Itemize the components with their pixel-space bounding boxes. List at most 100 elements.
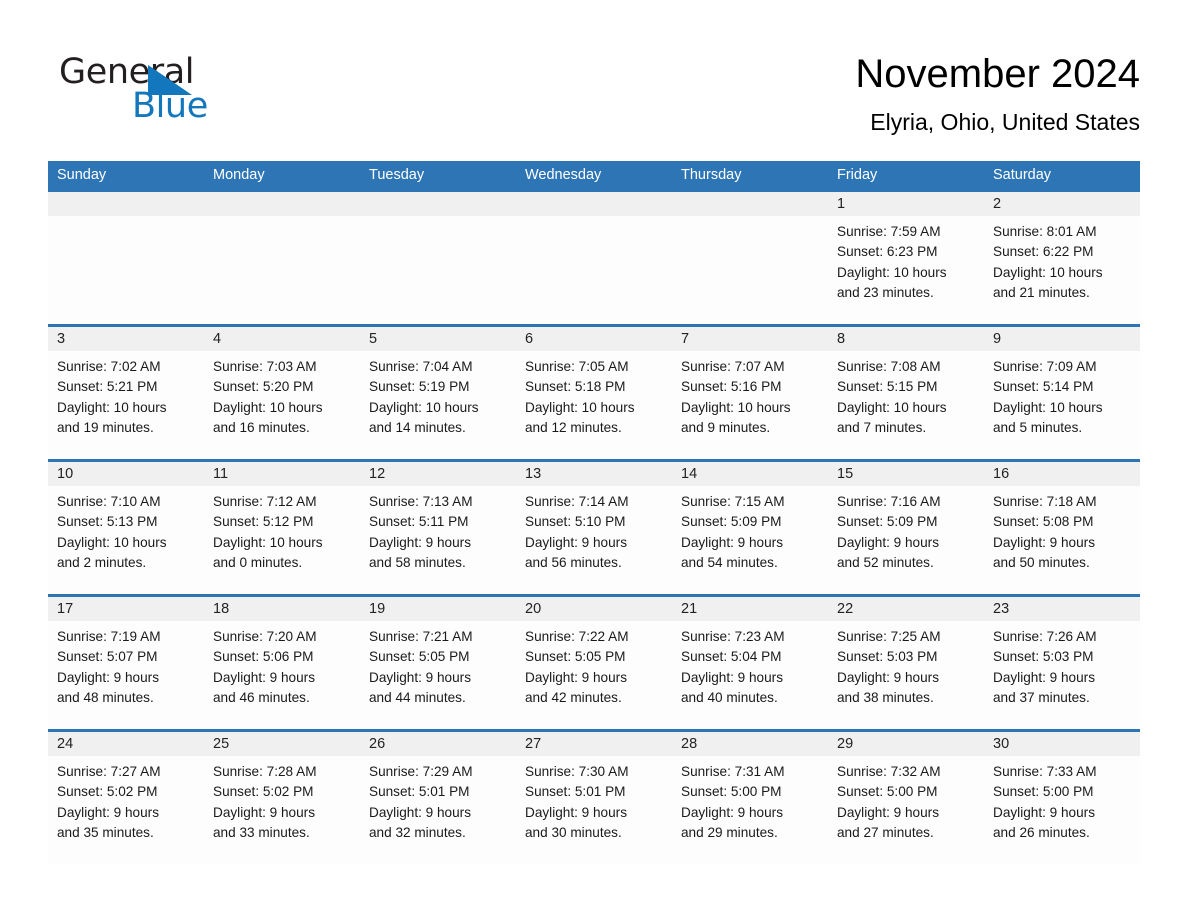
day-cell[interactable]: 1 Sunrise: 7:59 AM Sunset: 6:23 PM Dayli… bbox=[828, 192, 984, 324]
day-cell[interactable] bbox=[204, 192, 360, 324]
sunset-text: Sunset: 5:00 PM bbox=[993, 784, 1094, 800]
daylight-text-line1: Daylight: 9 hours bbox=[369, 669, 472, 685]
daylight-text-line1: Daylight: 9 hours bbox=[993, 534, 1096, 550]
day-number: 10 bbox=[48, 462, 204, 486]
day-cell[interactable]: 28 Sunrise: 7:31 AM Sunset: 5:00 PM Dayl… bbox=[672, 732, 828, 864]
day-cell[interactable]: 11 Sunrise: 7:12 AM Sunset: 5:12 PM Dayl… bbox=[204, 462, 360, 594]
sunrise-text: Sunrise: 7:12 AM bbox=[213, 494, 317, 509]
sunset-text: Sunset: 5:01 PM bbox=[369, 784, 470, 800]
day-info: Sunrise: 7:19 AM Sunset: 5:07 PM Dayligh… bbox=[48, 621, 204, 708]
day-info: Sunrise: 7:07 AM Sunset: 5:16 PM Dayligh… bbox=[672, 351, 828, 438]
day-info: Sunrise: 7:04 AM Sunset: 5:19 PM Dayligh… bbox=[360, 351, 516, 438]
day-number: 26 bbox=[360, 732, 516, 756]
day-number: 3 bbox=[48, 327, 204, 351]
daylight-text-line1: Daylight: 10 hours bbox=[213, 534, 323, 550]
day-cell[interactable]: 14 Sunrise: 7:15 AM Sunset: 5:09 PM Dayl… bbox=[672, 462, 828, 594]
day-number: 5 bbox=[360, 327, 516, 351]
day-cell[interactable]: 27 Sunrise: 7:30 AM Sunset: 5:01 PM Dayl… bbox=[516, 732, 672, 864]
sunset-text: Sunset: 5:03 PM bbox=[837, 649, 938, 665]
day-cell[interactable]: 29 Sunrise: 7:32 AM Sunset: 5:00 PM Dayl… bbox=[828, 732, 984, 864]
daylight-text-line1: Daylight: 10 hours bbox=[837, 264, 947, 280]
sunrise-text: Sunrise: 7:23 AM bbox=[681, 629, 785, 644]
day-cell[interactable]: 10 Sunrise: 7:10 AM Sunset: 5:13 PM Dayl… bbox=[48, 462, 204, 594]
day-cell[interactable]: 24 Sunrise: 7:27 AM Sunset: 5:02 PM Dayl… bbox=[48, 732, 204, 864]
weekday-header-row: Sunday Monday Tuesday Wednesday Thursday… bbox=[48, 161, 1140, 189]
day-info: Sunrise: 8:01 AM Sunset: 6:22 PM Dayligh… bbox=[984, 216, 1140, 303]
sunrise-text: Sunrise: 7:15 AM bbox=[681, 494, 785, 509]
sunset-text: Sunset: 5:07 PM bbox=[57, 649, 158, 665]
daylight-text-line1: Daylight: 10 hours bbox=[57, 534, 167, 550]
daylight-text-line2: and 23 minutes. bbox=[837, 284, 934, 300]
weekday-header-sunday: Sunday bbox=[57, 167, 107, 183]
day-number: 16 bbox=[984, 462, 1140, 486]
day-cell[interactable]: 21 Sunrise: 7:23 AM Sunset: 5:04 PM Dayl… bbox=[672, 597, 828, 729]
sunset-text: Sunset: 5:12 PM bbox=[213, 514, 314, 530]
sunset-text: Sunset: 5:20 PM bbox=[213, 379, 314, 395]
day-cell[interactable]: 5 Sunrise: 7:04 AM Sunset: 5:19 PM Dayli… bbox=[360, 327, 516, 459]
daylight-text-line2: and 33 minutes. bbox=[213, 824, 310, 840]
weekday-header-thursday: Thursday bbox=[681, 167, 742, 183]
day-number: 4 bbox=[204, 327, 360, 351]
daylight-text-line1: Daylight: 10 hours bbox=[57, 399, 167, 415]
day-cell[interactable]: 18 Sunrise: 7:20 AM Sunset: 5:06 PM Dayl… bbox=[204, 597, 360, 729]
general-blue-logo: General Blue bbox=[48, 48, 228, 124]
daylight-text-line1: Daylight: 9 hours bbox=[525, 669, 628, 685]
title-block: November 2024 Elyria, Ohio, United State… bbox=[855, 48, 1140, 136]
day-cell[interactable]: 22 Sunrise: 7:25 AM Sunset: 5:03 PM Dayl… bbox=[828, 597, 984, 729]
sunset-text: Sunset: 5:10 PM bbox=[525, 514, 626, 530]
day-cell[interactable]: 4 Sunrise: 7:03 AM Sunset: 5:20 PM Dayli… bbox=[204, 327, 360, 459]
day-cell[interactable]: 12 Sunrise: 7:13 AM Sunset: 5:11 PM Dayl… bbox=[360, 462, 516, 594]
daylight-text-line2: and 50 minutes. bbox=[993, 554, 1090, 570]
day-cell[interactable]: 26 Sunrise: 7:29 AM Sunset: 5:01 PM Dayl… bbox=[360, 732, 516, 864]
day-cell[interactable]: 17 Sunrise: 7:19 AM Sunset: 5:07 PM Dayl… bbox=[48, 597, 204, 729]
daylight-text-line2: and 29 minutes. bbox=[681, 824, 778, 840]
day-number: 15 bbox=[828, 462, 984, 486]
day-cell[interactable]: 16 Sunrise: 7:18 AM Sunset: 5:08 PM Dayl… bbox=[984, 462, 1140, 594]
day-cell[interactable]: 23 Sunrise: 7:26 AM Sunset: 5:03 PM Dayl… bbox=[984, 597, 1140, 729]
day-cell[interactable]: 13 Sunrise: 7:14 AM Sunset: 5:10 PM Dayl… bbox=[516, 462, 672, 594]
day-cell[interactable]: 7 Sunrise: 7:07 AM Sunset: 5:16 PM Dayli… bbox=[672, 327, 828, 459]
sunrise-text: Sunrise: 7:28 AM bbox=[213, 764, 317, 779]
daylight-text-line2: and 46 minutes. bbox=[213, 689, 310, 705]
day-cell[interactable]: 8 Sunrise: 7:08 AM Sunset: 5:15 PM Dayli… bbox=[828, 327, 984, 459]
day-number: 2 bbox=[984, 192, 1140, 216]
sunrise-text: Sunrise: 7:07 AM bbox=[681, 359, 785, 374]
day-cell[interactable]: 2 Sunrise: 8:01 AM Sunset: 6:22 PM Dayli… bbox=[984, 192, 1140, 324]
day-cell[interactable]: 3 Sunrise: 7:02 AM Sunset: 5:21 PM Dayli… bbox=[48, 327, 204, 459]
day-cell[interactable] bbox=[48, 192, 204, 324]
day-cell[interactable]: 6 Sunrise: 7:05 AM Sunset: 5:18 PM Dayli… bbox=[516, 327, 672, 459]
day-cell[interactable]: 9 Sunrise: 7:09 AM Sunset: 5:14 PM Dayli… bbox=[984, 327, 1140, 459]
sunrise-text: Sunrise: 7:25 AM bbox=[837, 629, 941, 644]
sunset-text: Sunset: 5:02 PM bbox=[213, 784, 314, 800]
daylight-text-line1: Daylight: 10 hours bbox=[681, 399, 791, 415]
daylight-text-line1: Daylight: 9 hours bbox=[837, 804, 940, 820]
day-cell[interactable] bbox=[360, 192, 516, 324]
day-cell[interactable]: 15 Sunrise: 7:16 AM Sunset: 5:09 PM Dayl… bbox=[828, 462, 984, 594]
daylight-text-line2: and 26 minutes. bbox=[993, 824, 1090, 840]
day-cell[interactable]: 25 Sunrise: 7:28 AM Sunset: 5:02 PM Dayl… bbox=[204, 732, 360, 864]
daylight-text-line2: and 21 minutes. bbox=[993, 284, 1090, 300]
page-title: November 2024 bbox=[855, 52, 1140, 96]
daylight-text-line1: Daylight: 9 hours bbox=[369, 804, 472, 820]
sunrise-text: Sunrise: 7:26 AM bbox=[993, 629, 1097, 644]
day-info: Sunrise: 7:03 AM Sunset: 5:20 PM Dayligh… bbox=[204, 351, 360, 438]
week-row: 10 Sunrise: 7:10 AM Sunset: 5:13 PM Dayl… bbox=[48, 459, 1140, 594]
sunset-text: Sunset: 5:00 PM bbox=[837, 784, 938, 800]
sunset-text: Sunset: 5:11 PM bbox=[369, 514, 469, 530]
daylight-text-line1: Daylight: 10 hours bbox=[993, 264, 1103, 280]
day-cell[interactable] bbox=[672, 192, 828, 324]
week-row: 3 Sunrise: 7:02 AM Sunset: 5:21 PM Dayli… bbox=[48, 324, 1140, 459]
daylight-text-line2: and 16 minutes. bbox=[213, 419, 310, 435]
day-info: Sunrise: 7:33 AM Sunset: 5:00 PM Dayligh… bbox=[984, 756, 1140, 843]
day-info: Sunrise: 7:31 AM Sunset: 5:00 PM Dayligh… bbox=[672, 756, 828, 843]
weekday-header-wednesday: Wednesday bbox=[525, 167, 602, 183]
day-cell[interactable] bbox=[516, 192, 672, 324]
day-cell[interactable]: 20 Sunrise: 7:22 AM Sunset: 5:05 PM Dayl… bbox=[516, 597, 672, 729]
day-cell[interactable]: 19 Sunrise: 7:21 AM Sunset: 5:05 PM Dayl… bbox=[360, 597, 516, 729]
sunrise-text: Sunrise: 7:20 AM bbox=[213, 629, 317, 644]
daylight-text-line1: Daylight: 10 hours bbox=[213, 399, 323, 415]
sunset-text: Sunset: 5:14 PM bbox=[993, 379, 1094, 395]
sunrise-text: Sunrise: 7:04 AM bbox=[369, 359, 473, 374]
sunrise-text: Sunrise: 7:03 AM bbox=[213, 359, 317, 374]
day-cell[interactable]: 30 Sunrise: 7:33 AM Sunset: 5:00 PM Dayl… bbox=[984, 732, 1140, 864]
